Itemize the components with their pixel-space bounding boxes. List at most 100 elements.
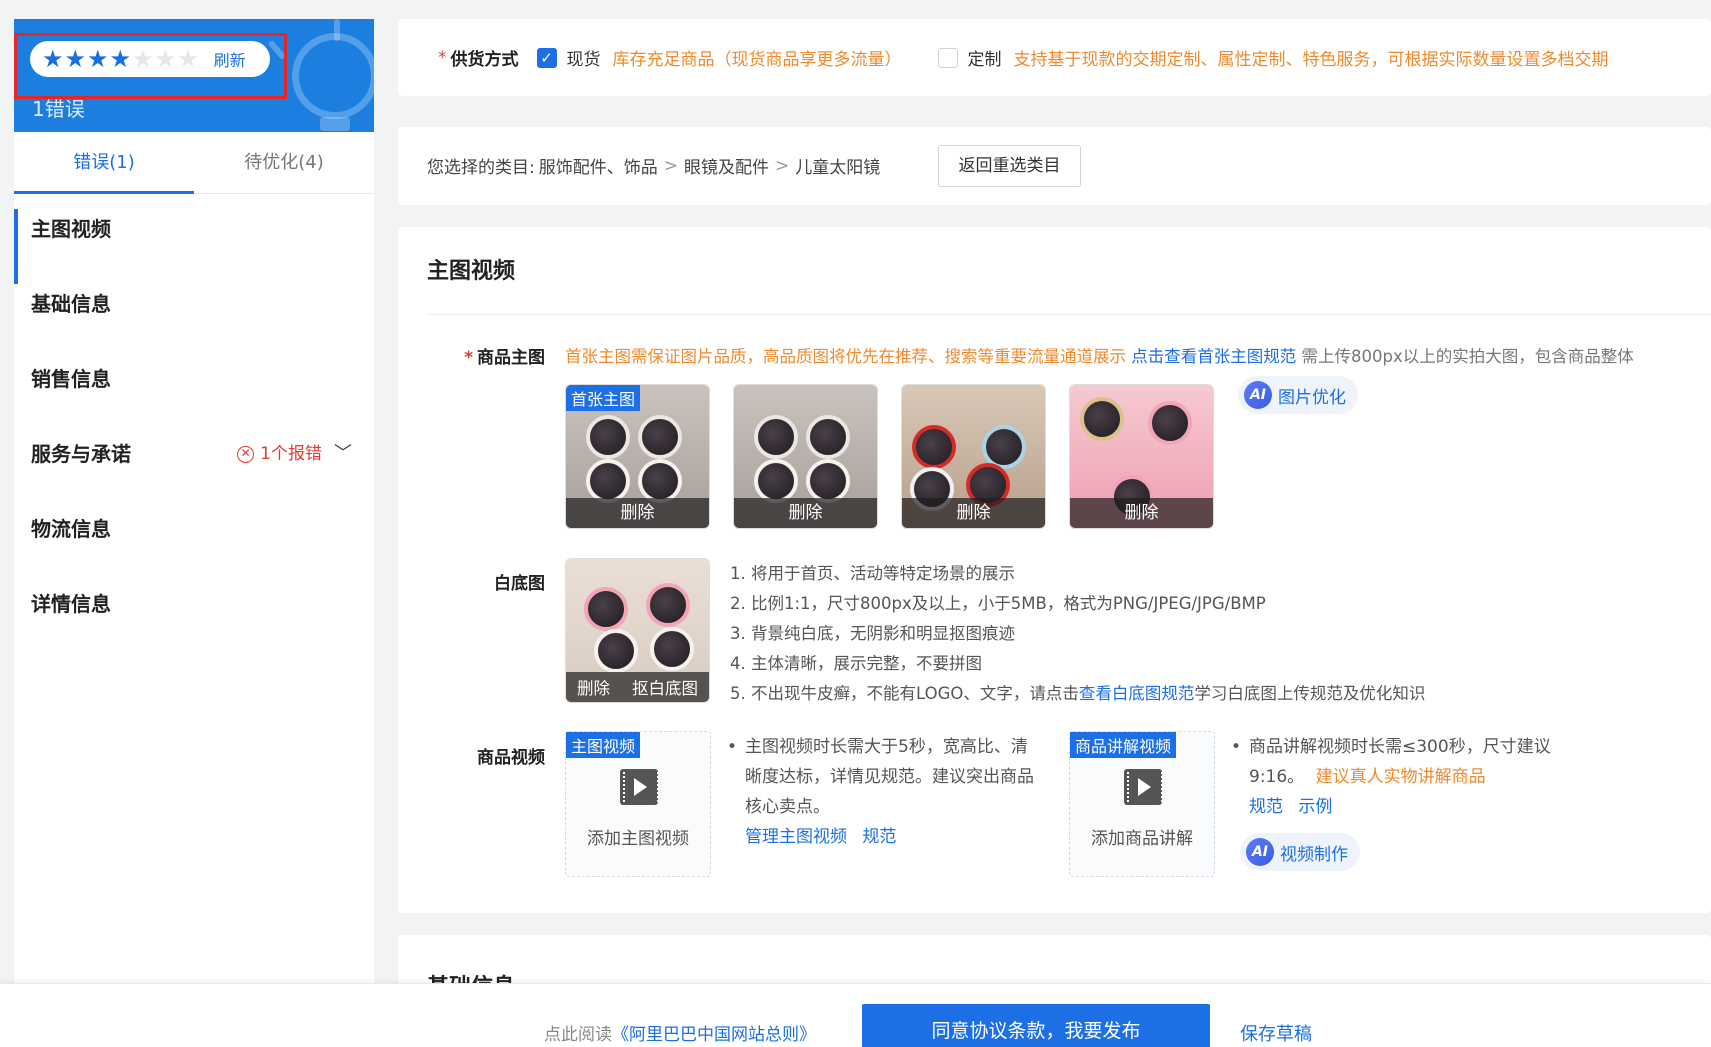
main-image-thumb[interactable]: 删除 <box>901 384 1046 529</box>
explain-video-spec-link[interactable]: 规范 <box>1249 797 1283 817</box>
custom-hint: 支持基于现款的交期定制、属性定制、特色服务，可根据实际数量设置多档交期 <box>1013 50 1609 70</box>
sunglasses-lens <box>806 415 850 459</box>
video-play-icon <box>1124 769 1163 805</box>
sunglasses-lens <box>1080 397 1124 441</box>
supply-label: 供货方式 <box>450 50 519 70</box>
delete-image-button[interactable]: 删除 <box>566 498 709 528</box>
nav-item-main-media[interactable]: 主图视频 <box>14 209 374 284</box>
category-breadcrumb: 您选择的类目: 服饰配件、饰品 > 眼镜及配件 > 儿童太阳镜 <box>427 153 881 179</box>
nav-item-basic-info[interactable]: 基础信息 <box>14 284 374 359</box>
tab-to-optimize[interactable]: 待优化(4) <box>194 132 374 194</box>
main-image-thumb[interactable]: 删除 <box>1069 384 1214 529</box>
sunglasses-lens <box>1148 401 1192 445</box>
add-main-video-box[interactable]: 主图视频 添加主图视频 <box>565 731 711 877</box>
add-explain-video-box[interactable]: 商品讲解视频 添加商品讲解 <box>1069 731 1215 877</box>
white-bg-spec-link[interactable]: 查看白底图规范 <box>1079 684 1195 703</box>
main-image-label-text: 商品主图 <box>477 348 545 368</box>
breadcrumb-separator: > <box>663 155 678 176</box>
bullet-dot: • <box>1231 737 1242 757</box>
main-video-spec-link[interactable]: 规范 <box>862 827 896 847</box>
add-explain-video-label: 添加商品讲解 <box>1091 829 1193 849</box>
white-bg-rule: 3. 背景纯白底，无阴影和明显抠图痕迹 <box>730 624 1015 643</box>
publish-button[interactable]: 同意协议条款，我要发布 <box>862 1004 1210 1047</box>
category-level-1: 服饰配件、饰品 <box>538 158 658 178</box>
ai-image-optimize-label: 图片优化 <box>1278 387 1346 408</box>
required-mark: * <box>464 348 473 368</box>
agreement-link[interactable]: 《阿里巴巴中国网站总则》 <box>612 1025 816 1045</box>
main-video-desc-line: 核心卖点。 <box>745 797 830 817</box>
issue-tabs: 错误(1) 待优化(4) <box>14 132 374 194</box>
delete-white-bg-button[interactable]: 删除 <box>577 675 610 699</box>
bullet-dot: • <box>727 737 738 757</box>
supply-card: * 供货方式 ✓ 现货 库存充足商品（现货商品享更多流量） 定制 支持基于现款的… <box>398 19 1711 96</box>
video-label: 商品视频 <box>477 748 545 768</box>
supply-row: * 供货方式 ✓ 现货 库存充足商品（现货商品享更多流量） 定制 支持基于现款的… <box>438 45 1609 70</box>
main-image-thumb[interactable]: 首张主图 删除 <box>565 384 710 529</box>
error-circle-icon: ✕ <box>237 445 255 463</box>
nav-error-text: 1个报错 <box>260 444 322 464</box>
reselect-category-button[interactable]: 返回重选类目 <box>938 145 1081 187</box>
nav-item-service[interactable]: 服务与承诺 ✕ 1个报错 ﹀ <box>14 434 374 509</box>
white-bg-label: 白底图 <box>494 574 545 594</box>
sunglasses-lens <box>754 459 798 503</box>
nav-error-indicator[interactable]: ✕ 1个报错 ﹀ <box>237 434 352 474</box>
explain-video-suggestion: 建议真人实物讲解商品 <box>1315 767 1486 787</box>
tab-errors[interactable]: 错误(1) <box>14 132 194 194</box>
white-bg-rule: 5. 不出现牛皮癣，不能有LOGO、文字，请点击查看白底图规范学习白底图上传规范… <box>730 679 1425 709</box>
category-level-2: 眼镜及配件 <box>683 158 769 178</box>
main-video-desc: • 主图视频时长需大于5秒，宽高比、清 晰度达标，详情见规范。建议突出商品 核心… <box>727 732 1045 852</box>
category-level-3: 儿童太阳镜 <box>795 158 881 178</box>
spot-hint: 库存充足商品（现货商品享更多流量） <box>612 50 902 70</box>
white-bg-actions: 删除 抠白底图 <box>566 672 709 702</box>
manage-main-video-link[interactable]: 管理主图视频 <box>745 827 847 847</box>
main-video-desc-line: 晰度达标，详情见规范。建议突出商品 <box>745 767 1034 787</box>
ai-video-make-label: 视频制作 <box>1280 844 1348 865</box>
explain-video-desc: • 商品讲解视频时长需≤300秒，尺寸建议 9:16。 建议真人实物讲解商品 规… <box>1231 732 1579 822</box>
custom-checkbox[interactable] <box>937 47 958 68</box>
main-image-hint: 首张主图需保证图片品质，高品质图将优先在推荐、搜索等重要流量通道展示 点击查看首… <box>565 343 1634 367</box>
chevron-down-icon[interactable]: ﹀ <box>334 434 352 474</box>
agreement-text: 点此阅读《阿里巴巴中国网站总则》 <box>544 1020 816 1045</box>
section-nav: 主图视频 基础信息 销售信息 服务与承诺 ✕ 1个报错 ﹀ 物流信息 详情信息 <box>14 209 374 659</box>
lightbulb-base <box>320 117 350 131</box>
sunglasses-lens <box>806 459 850 503</box>
main-image-spec-link[interactable]: 点击查看首张主图规范 <box>1131 347 1296 366</box>
delete-image-button[interactable]: 删除 <box>734 498 877 528</box>
nav-item-details[interactable]: 详情信息 <box>14 584 374 659</box>
explain-video-example-link[interactable]: 示例 <box>1298 797 1332 817</box>
spot-checkbox[interactable]: ✓ <box>536 47 557 68</box>
delete-image-button[interactable]: 删除 <box>1070 498 1213 528</box>
category-prefix: 您选择的类目: <box>427 158 535 178</box>
required-mark: * <box>438 47 447 68</box>
sunglasses-lens <box>594 629 638 673</box>
lightbulb-icon <box>292 33 374 119</box>
main-image-hint-gray: 需上传800px以上的实拍大图，包含商品整体 <box>1301 347 1634 366</box>
ai-image-optimize-button[interactable]: AI 图片优化 <box>1238 376 1358 414</box>
first-image-tag: 首张主图 <box>566 385 641 411</box>
sunglasses-lens <box>650 627 694 671</box>
lightbulb-ray <box>334 19 340 41</box>
ai-video-make-button[interactable]: AI 视频制作 <box>1240 833 1360 871</box>
section-title: 主图视频 <box>427 259 516 284</box>
add-main-video-label: 添加主图视频 <box>587 829 689 849</box>
nav-item-logistics[interactable]: 物流信息 <box>14 509 374 584</box>
video-play-icon <box>620 769 659 805</box>
sunglasses-lens <box>586 459 630 503</box>
nav-item-sales-info[interactable]: 销售信息 <box>14 359 374 434</box>
main-video-tag: 主图视频 <box>566 732 641 758</box>
main-image-hint-orange: 首张主图需保证图片品质，高品质图将优先在推荐、搜索等重要流量通道展示 <box>565 347 1126 366</box>
explain-video-desc-line: 商品讲解视频时长需≤300秒，尺寸建议 <box>1249 737 1551 757</box>
custom-label: 定制 <box>967 50 1002 70</box>
agreement-prefix: 点此阅读 <box>544 1025 612 1045</box>
sunglasses-lens <box>584 587 628 631</box>
ai-icon: AI <box>1246 838 1274 866</box>
save-draft-button[interactable]: 保存草稿 <box>1240 1020 1312 1046</box>
main-video-desc-line: 主图视频时长需大于5秒，宽高比、清 <box>745 737 1028 757</box>
white-bg-thumb[interactable]: 删除 抠白底图 <box>565 558 710 703</box>
delete-image-button[interactable]: 删除 <box>902 498 1045 528</box>
white-bg-rule: 4. 主体清晰，展示完整，不要拼图 <box>730 654 982 673</box>
main-image-thumb[interactable]: 删除 <box>733 384 878 529</box>
category-card: 您选择的类目: 服饰配件、饰品 > 眼镜及配件 > 儿童太阳镜 返回重选类目 <box>398 127 1711 205</box>
left-sidebar: 1错误 ★ ★ ★ ★ ★ ★ ★ 刷新 错误(1) 待优化(4) 主图视频 基… <box>14 19 374 1047</box>
cutout-white-bg-button[interactable]: 抠白底图 <box>632 675 698 699</box>
